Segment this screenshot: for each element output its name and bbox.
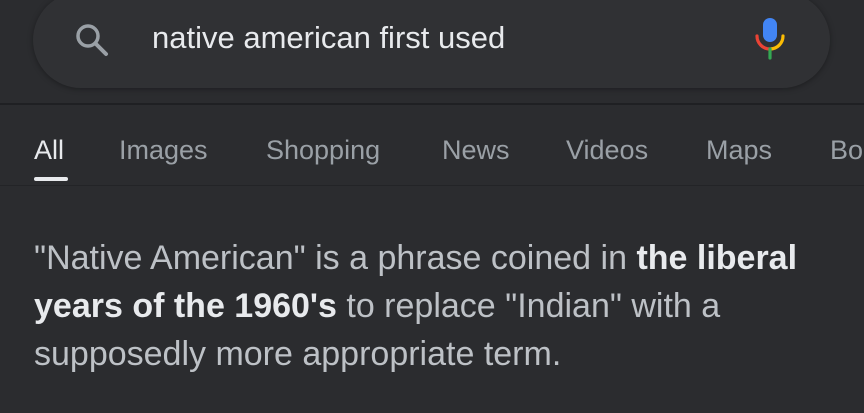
tab-all[interactable]: All	[34, 133, 64, 167]
tab-shopping[interactable]: Shopping	[266, 133, 380, 167]
search-results-page: native american first used All Images Sh…	[0, 0, 864, 413]
tab-books[interactable]: Bo	[830, 133, 863, 167]
snippet-text-start: "Native American" is a phrase coined in	[34, 239, 637, 277]
tab-news[interactable]: News	[442, 133, 510, 167]
tab-images[interactable]: Images	[119, 133, 208, 167]
search-tabs: All Images Shopping News Videos Maps Bo	[0, 105, 864, 186]
search-icon[interactable]	[72, 20, 112, 60]
search-input[interactable]: native american first used	[152, 18, 505, 58]
tab-maps[interactable]: Maps	[706, 133, 772, 167]
active-tab-indicator	[34, 177, 68, 181]
search-header: native american first used	[0, 0, 864, 105]
featured-snippet: "Native American" is a phrase coined in …	[34, 234, 834, 378]
microphone-icon[interactable]	[752, 16, 788, 62]
tab-videos[interactable]: Videos	[566, 133, 648, 167]
